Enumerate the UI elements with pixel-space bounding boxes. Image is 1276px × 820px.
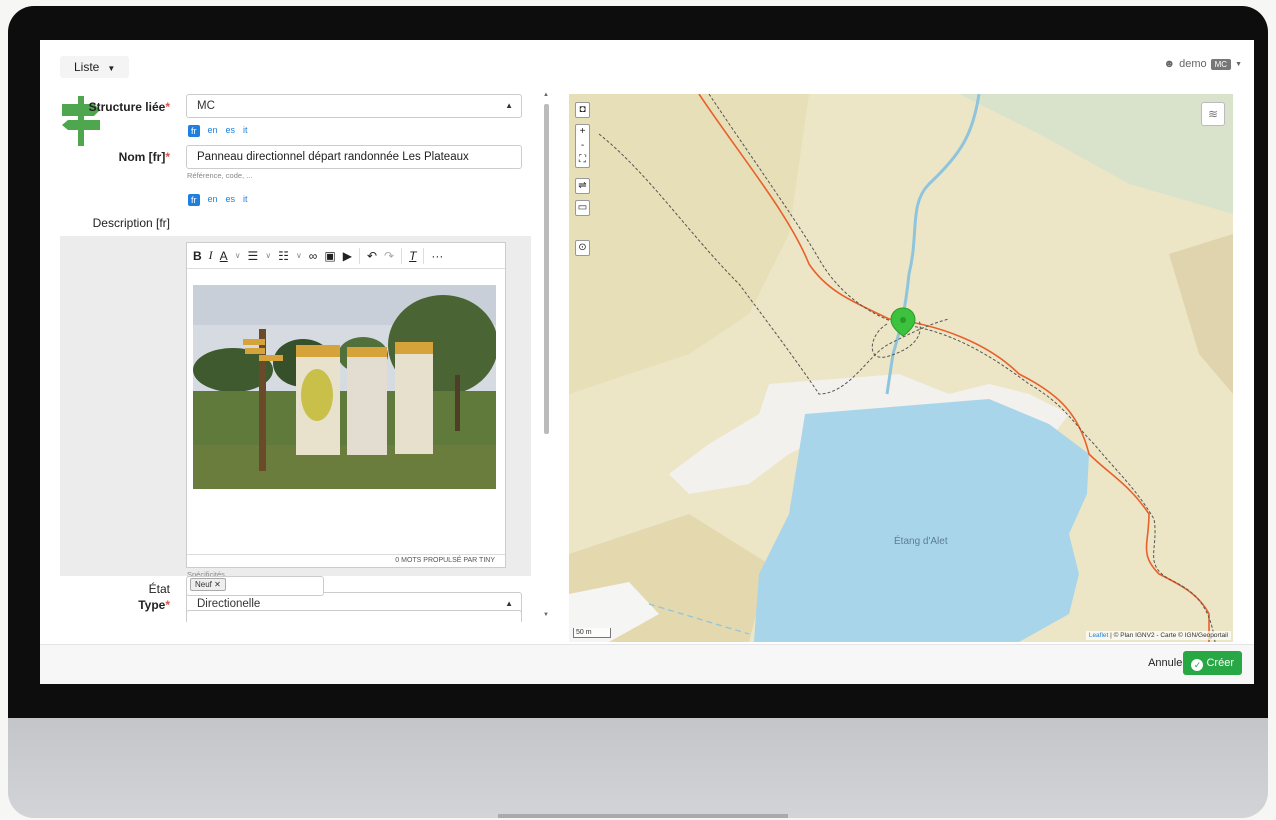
monitor-frame: Liste ▼ ☻ demo MC ▼ Structure liée* MC ▲ f… <box>8 6 1268 818</box>
locate-icon[interactable]: ⊙ <box>575 240 590 256</box>
nom-lang-tabs: fr en es it <box>188 125 248 137</box>
chevron-down-icon[interactable]: ∨ <box>296 251 302 260</box>
tab-lang-it[interactable]: it <box>243 194 248 206</box>
description-label: Description [fr] <box>92 216 170 230</box>
undo-icon[interactable]: ↶ <box>367 249 377 263</box>
editor-statusbar: 0 MOTS PROPULSÉ PAR TINY <box>187 554 505 567</box>
lake-label: Étang d'Alet <box>894 536 948 547</box>
create-button[interactable]: ✓ Créer <box>1183 651 1242 675</box>
structure-value: MC <box>197 100 215 112</box>
text-color-icon[interactable]: A <box>220 249 228 263</box>
monitor-chin <box>8 718 1268 818</box>
liste-dropdown-button[interactable]: Liste ▼ <box>60 56 130 78</box>
nom-input[interactable]: Panneau directionnel départ randonnée Le… <box>186 145 522 169</box>
liste-label: Liste <box>74 60 100 74</box>
next-field-input[interactable] <box>186 610 522 622</box>
toolbar-divider <box>358 247 360 264</box>
clear-format-icon[interactable]: T <box>409 249 416 263</box>
bold-icon[interactable]: B <box>193 249 202 263</box>
user-menu[interactable]: ☻ demo MC ▼ <box>1164 58 1243 70</box>
type-label: Type* <box>138 598 170 612</box>
zoom-in-button[interactable]: + <box>576 125 589 139</box>
signpost-photo <box>193 285 496 489</box>
signage-form: Structure liée* MC ▲ fr en es it Nom [fr]… <box>40 90 540 620</box>
form-footer: Annuler ✓ Créer <box>40 644 1254 684</box>
more-icon[interactable]: ··· <box>431 249 443 263</box>
attribution-text: | © Plan IGNV2 - Carte © IGN/Geoportail <box>1108 632 1228 639</box>
numbered-list-icon[interactable]: ☷ <box>278 249 289 263</box>
cancel-button[interactable]: Annuler <box>1148 657 1186 669</box>
map-canvas <box>569 94 1233 642</box>
zoom-controls: + - ⛶ <box>575 124 590 168</box>
scroll-up-icon[interactable]: ▲ <box>543 92 549 98</box>
tab-lang-en[interactable]: en <box>208 125 218 137</box>
chevron-down-icon[interactable]: ∨ <box>235 251 241 260</box>
map-scale: 50 m <box>573 628 611 638</box>
form-scrollbar[interactable]: ▲ ▼ <box>542 92 551 618</box>
rich-text-editor[interactable]: B I A ∨ ☰ ∨ ☷ ∨ ∞ ▣ ▶ ↶ ↷ T ··· 0 MOTS P… <box>186 242 506 568</box>
layers-icon[interactable]: ≋ <box>1201 102 1225 126</box>
etat-tag[interactable]: Neuf ✕ <box>190 578 226 591</box>
etat-label: État <box>148 582 170 596</box>
top-bar: Liste ▼ ☻ demo MC ▼ <box>40 40 1254 90</box>
map-attribution: Leaflet | © Plan IGNV2 - Carte © IGN/Geo… <box>1085 631 1231 640</box>
create-label: Créer <box>1206 657 1234 669</box>
structure-badge: MC <box>1210 58 1232 70</box>
leaflet-link[interactable]: Leaflet <box>1089 632 1109 639</box>
editor-toolbar: B I A ∨ ☰ ∨ ☷ ∨ ∞ ▣ ▶ ↶ ↷ T ··· <box>187 243 505 269</box>
nom-label: Nom [fr]* <box>118 150 170 164</box>
chevron-down-icon: ▼ <box>107 64 116 73</box>
toolbar-divider <box>423 247 425 264</box>
nom-help: Référence, code, ... <box>187 171 253 180</box>
tab-lang-it[interactable]: it <box>243 125 248 137</box>
map-view[interactable]: ◘ + - ⛶ ⇌ ▭ ⊙ ≋ Étang d'Alet 50 m Leafle… <box>569 94 1233 642</box>
scroll-down-icon[interactable]: ▼ <box>543 612 549 618</box>
structure-label: Structure liée* <box>88 100 170 114</box>
redo-icon[interactable]: ↷ <box>384 249 394 263</box>
draw-marker-button[interactable]: ◘ <box>575 102 590 118</box>
tab-lang-es[interactable]: es <box>226 194 236 206</box>
app-screen: Liste ▼ ☻ demo MC ▼ Structure liée* MC ▲ f… <box>40 40 1254 684</box>
toolbar-divider <box>401 247 403 264</box>
link-icon[interactable]: ∞ <box>309 249 318 263</box>
measure-icon[interactable]: ⇌ <box>575 178 590 194</box>
scrollbar-thumb[interactable] <box>544 104 549 434</box>
monitor-slot <box>498 814 788 818</box>
user-name: demo <box>1179 58 1207 70</box>
chevron-down-icon[interactable]: ∨ <box>265 251 271 260</box>
select-arrows-icon: ▲ <box>505 101 513 110</box>
folder-icon[interactable]: ▭ <box>575 200 590 216</box>
check-circle-icon: ✓ <box>1191 659 1204 671</box>
tab-lang-fr[interactable]: fr <box>188 194 200 206</box>
tab-lang-en[interactable]: en <box>208 194 218 206</box>
chevron-down-icon: ▼ <box>1235 60 1242 68</box>
image-icon[interactable]: ▣ <box>324 249 335 263</box>
user-icon: ☻ <box>1163 58 1176 70</box>
tab-lang-es[interactable]: es <box>226 125 236 137</box>
type-value: Directionelle <box>197 598 261 610</box>
structure-select[interactable]: MC ▲ <box>186 94 522 118</box>
tab-lang-fr[interactable]: fr <box>188 125 200 137</box>
italic-icon[interactable]: I <box>209 248 213 263</box>
bullet-list-icon[interactable]: ☰ <box>248 249 259 263</box>
media-icon[interactable]: ▶ <box>343 249 352 263</box>
zoom-out-button[interactable]: - <box>576 139 589 153</box>
description-lang-tabs: fr en es it <box>188 194 248 206</box>
fullscreen-icon[interactable]: ⛶ <box>576 153 589 167</box>
